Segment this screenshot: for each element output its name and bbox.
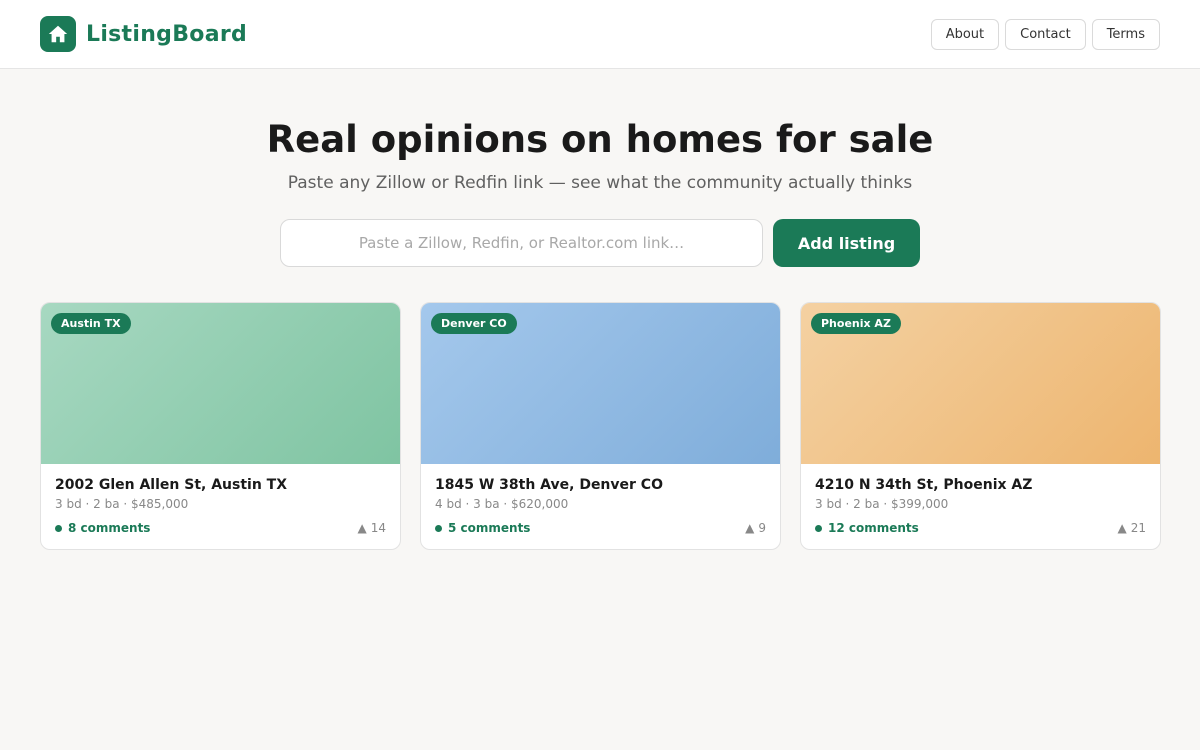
listing-image: Denver CO [421, 303, 780, 464]
upvote-control[interactable]: ▲ 21 [1117, 521, 1146, 535]
listing-image: Phoenix AZ [801, 303, 1160, 464]
upvote-arrow-icon: ▲ [745, 521, 755, 535]
nav-contact-button[interactable]: Contact [1005, 18, 1086, 50]
listing-image: Austin TX [41, 303, 400, 464]
nav-about-button[interactable]: About [930, 18, 1000, 50]
listing-cards: Austin TX 2002 Glen Allen St, Austin TX … [40, 302, 1161, 550]
brand[interactable]: ListingBoard [40, 16, 247, 52]
upvote-control[interactable]: ▲ 14 [357, 521, 386, 535]
listing-url-input[interactable] [280, 219, 763, 267]
nav-terms-button[interactable]: Terms [1091, 18, 1160, 50]
city-badge: Phoenix AZ [811, 313, 901, 334]
city-badge: Austin TX [51, 313, 131, 334]
top-bar: ListingBoard About Contact Terms [0, 0, 1200, 69]
listing-address: 4210 N 34th St, Phoenix AZ [815, 477, 1033, 493]
comments-count: 5 comments [448, 521, 531, 535]
listing-details: 4 bd · 3 ba · $620,000 [435, 497, 569, 511]
comments-link[interactable]: 5 comments [435, 521, 530, 535]
listing-footer: 5 comments ▲ 9 [435, 521, 766, 535]
comments-link[interactable]: 8 comments [55, 521, 150, 535]
upvote-arrow-icon: ▲ [357, 521, 367, 535]
add-listing-button[interactable]: Add listing [773, 219, 920, 267]
city-badge: Denver CO [431, 313, 517, 334]
listing-details: 3 bd · 2 ba · $399,000 [815, 497, 949, 511]
add-listing-form: Add listing [0, 219, 1200, 267]
house-icon [40, 16, 76, 52]
listing-details: 3 bd · 2 ba · $485,000 [55, 497, 189, 511]
comment-dot-icon [55, 524, 62, 532]
listing-card[interactable]: Phoenix AZ 4210 N 34th St, Phoenix AZ 3 … [800, 302, 1161, 550]
comments-count: 12 comments [828, 521, 919, 535]
brand-name: ListingBoard [86, 21, 248, 47]
listing-footer: 8 comments ▲ 14 [55, 521, 386, 535]
top-nav: About Contact Terms [930, 18, 1160, 50]
vote-count: 21 [1130, 521, 1146, 535]
comment-dot-icon [435, 524, 442, 532]
vote-count: 9 [758, 521, 766, 535]
listing-info: 2002 Glen Allen St, Austin TX 3 bd · 2 b… [41, 464, 400, 548]
hero-subtitle: Paste any Zillow or Redfin link — see wh… [287, 173, 913, 193]
listing-footer: 12 comments ▲ 21 [815, 521, 1146, 535]
comments-count: 8 comments [68, 521, 151, 535]
vote-count: 14 [370, 521, 386, 535]
listing-info: 1845 W 38th Ave, Denver CO 4 bd · 3 ba ·… [421, 464, 780, 548]
listing-card[interactable]: Austin TX 2002 Glen Allen St, Austin TX … [40, 302, 401, 550]
upvote-control[interactable]: ▲ 9 [745, 521, 766, 535]
comment-dot-icon [815, 524, 822, 532]
listing-address: 1845 W 38th Ave, Denver CO [435, 477, 663, 493]
hero: Real opinions on homes for sale Paste an… [0, 119, 1200, 267]
upvote-arrow-icon: ▲ [1117, 521, 1127, 535]
listing-card[interactable]: Denver CO 1845 W 38th Ave, Denver CO 4 b… [420, 302, 781, 550]
hero-title: Real opinions on homes for sale [266, 118, 934, 161]
comments-link[interactable]: 12 comments [815, 521, 919, 535]
listing-info: 4210 N 34th St, Phoenix AZ 3 bd · 2 ba ·… [801, 464, 1160, 548]
listing-address: 2002 Glen Allen St, Austin TX [55, 477, 288, 493]
